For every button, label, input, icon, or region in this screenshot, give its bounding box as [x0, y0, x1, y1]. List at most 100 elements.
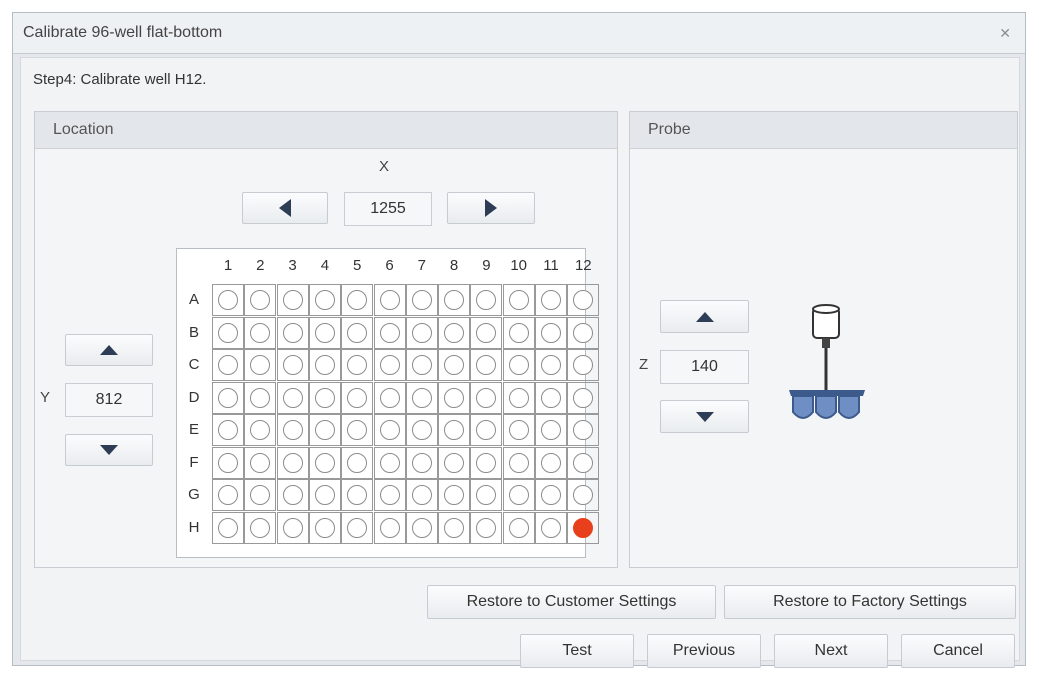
well-D8[interactable]: [438, 381, 471, 414]
well-G4[interactable]: [308, 479, 341, 511]
well-B10[interactable]: [502, 316, 535, 349]
well-H6[interactable]: [373, 511, 406, 544]
well-H11[interactable]: [535, 511, 567, 544]
well-D11[interactable]: [535, 381, 567, 414]
well-B5[interactable]: [341, 316, 374, 349]
well-G9[interactable]: [470, 479, 503, 511]
well-G12[interactable]: [567, 479, 600, 511]
well-F6[interactable]: [373, 446, 406, 479]
well-F4[interactable]: [308, 446, 341, 479]
test-button[interactable]: Test: [520, 634, 634, 668]
well-B11[interactable]: [535, 316, 567, 349]
well-E6[interactable]: [373, 414, 406, 446]
well-A2[interactable]: [244, 284, 277, 316]
x-increase-button[interactable]: [447, 192, 535, 224]
well-G5[interactable]: [341, 479, 374, 511]
restore-factory-settings-button[interactable]: Restore to Factory Settings: [724, 585, 1016, 619]
x-decrease-button[interactable]: [242, 192, 328, 224]
well-D1[interactable]: [212, 381, 244, 414]
well-D5[interactable]: [341, 381, 374, 414]
well-A6[interactable]: [373, 284, 406, 316]
well-D9[interactable]: [470, 381, 503, 414]
well-H12[interactable]: [567, 511, 600, 544]
well-G7[interactable]: [405, 479, 438, 511]
well-C7[interactable]: [405, 349, 438, 381]
restore-customer-settings-button[interactable]: Restore to Customer Settings: [427, 585, 716, 619]
well-C11[interactable]: [535, 349, 567, 381]
well-B9[interactable]: [470, 316, 503, 349]
well-E12[interactable]: [567, 414, 600, 446]
well-C3[interactable]: [276, 349, 309, 381]
well-G2[interactable]: [244, 479, 277, 511]
well-A4[interactable]: [308, 284, 341, 316]
well-A3[interactable]: [276, 284, 309, 316]
well-C4[interactable]: [308, 349, 341, 381]
well-D2[interactable]: [244, 381, 277, 414]
well-C8[interactable]: [438, 349, 471, 381]
well-B2[interactable]: [244, 316, 277, 349]
well-G1[interactable]: [212, 479, 244, 511]
well-H7[interactable]: [405, 511, 438, 544]
well-A5[interactable]: [341, 284, 374, 316]
well-C5[interactable]: [341, 349, 374, 381]
close-icon[interactable]: ✕: [999, 25, 1011, 42]
y-increase-button[interactable]: [65, 434, 153, 466]
well-D6[interactable]: [373, 381, 406, 414]
well-E5[interactable]: [341, 414, 374, 446]
well-E4[interactable]: [308, 414, 341, 446]
well-E11[interactable]: [535, 414, 567, 446]
well-C10[interactable]: [502, 349, 535, 381]
well-F1[interactable]: [212, 446, 244, 479]
well-C12[interactable]: [567, 349, 600, 381]
well-D12[interactable]: [567, 381, 600, 414]
well-H8[interactable]: [438, 511, 471, 544]
well-A7[interactable]: [405, 284, 438, 316]
well-E10[interactable]: [502, 414, 535, 446]
well-G3[interactable]: [276, 479, 309, 511]
well-D4[interactable]: [308, 381, 341, 414]
well-E7[interactable]: [405, 414, 438, 446]
z-down-button[interactable]: [660, 400, 749, 433]
well-F8[interactable]: [438, 446, 471, 479]
well-E2[interactable]: [244, 414, 277, 446]
well-B7[interactable]: [405, 316, 438, 349]
well-F10[interactable]: [502, 446, 535, 479]
well-A9[interactable]: [470, 284, 503, 316]
well-B3[interactable]: [276, 316, 309, 349]
well-H3[interactable]: [276, 511, 309, 544]
cancel-button[interactable]: Cancel: [901, 634, 1015, 668]
next-button[interactable]: Next: [774, 634, 888, 668]
well-D3[interactable]: [276, 381, 309, 414]
well-H1[interactable]: [212, 511, 244, 544]
well-C9[interactable]: [470, 349, 503, 381]
well-F7[interactable]: [405, 446, 438, 479]
well-F11[interactable]: [535, 446, 567, 479]
well-F9[interactable]: [470, 446, 503, 479]
well-H10[interactable]: [502, 511, 535, 544]
well-A12[interactable]: [567, 284, 600, 316]
well-C1[interactable]: [212, 349, 244, 381]
well-C2[interactable]: [244, 349, 277, 381]
well-F2[interactable]: [244, 446, 277, 479]
well-E8[interactable]: [438, 414, 471, 446]
well-E9[interactable]: [470, 414, 503, 446]
well-B8[interactable]: [438, 316, 471, 349]
well-B12[interactable]: [567, 316, 600, 349]
well-H9[interactable]: [470, 511, 503, 544]
y-decrease-button[interactable]: [65, 334, 153, 366]
well-D7[interactable]: [405, 381, 438, 414]
well-E1[interactable]: [212, 414, 244, 446]
well-F12[interactable]: [567, 446, 600, 479]
well-E3[interactable]: [276, 414, 309, 446]
well-C6[interactable]: [373, 349, 406, 381]
well-A10[interactable]: [502, 284, 535, 316]
well-G11[interactable]: [535, 479, 567, 511]
well-H5[interactable]: [341, 511, 374, 544]
well-G6[interactable]: [373, 479, 406, 511]
well-B6[interactable]: [373, 316, 406, 349]
well-A11[interactable]: [535, 284, 567, 316]
well-B4[interactable]: [308, 316, 341, 349]
well-H2[interactable]: [244, 511, 277, 544]
well-F5[interactable]: [341, 446, 374, 479]
well-A1[interactable]: [212, 284, 244, 316]
